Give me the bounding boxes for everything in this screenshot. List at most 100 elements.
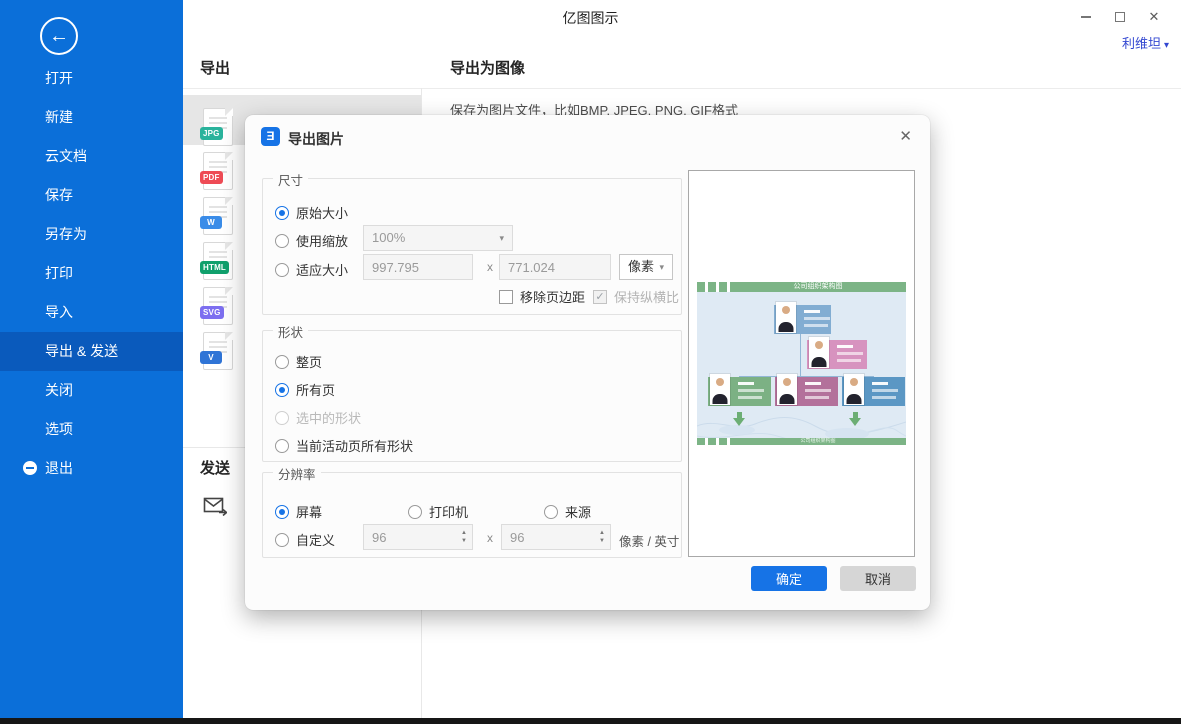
- chart-title: 公司组织架构图: [730, 282, 906, 292]
- app-window: 亿图图示 ✕ 利维坦▾ ← 打开 新建 云文档 保存 另存为 打印 导入 导出 …: [0, 0, 1181, 724]
- radio-icon[interactable]: [275, 533, 289, 547]
- spinner-up-icon[interactable]: ▲: [461, 530, 467, 536]
- user-name: 利维坦: [1122, 36, 1161, 51]
- person-photo: [710, 374, 730, 405]
- size-group-legend: 尺寸: [273, 170, 308, 189]
- sidebar-item-exit[interactable]: 退出: [0, 449, 183, 488]
- sidebar-item-new[interactable]: 新建: [0, 98, 183, 137]
- format-item-pdf[interactable]: PDF: [197, 152, 241, 192]
- export-detail-header: 导出为图像: [450, 57, 525, 78]
- dialog-title: 导出图片: [288, 129, 344, 149]
- sidebar-item-close[interactable]: 关闭: [0, 371, 183, 410]
- checkbox-remove-page-margin[interactable]: 移除页边距: [499, 287, 585, 306]
- format-item-jpg[interactable]: JPG: [197, 108, 241, 148]
- sidebar-item-save-as[interactable]: 另存为: [0, 215, 183, 254]
- fit-height-input[interactable]: [499, 254, 611, 280]
- chart-footer-text: 公司组织架构图: [730, 438, 906, 445]
- sidebar-item-export-send[interactable]: 导出 & 发送: [0, 332, 183, 371]
- radio-icon[interactable]: [275, 439, 289, 453]
- radio-all-pages[interactable]: 所有页: [275, 380, 335, 399]
- send-section-header: 发送: [200, 457, 230, 478]
- format-item-word[interactable]: W: [197, 197, 241, 237]
- export-section-header: 导出: [200, 57, 230, 78]
- person-photo: [809, 337, 829, 368]
- format-item-svg[interactable]: SVG: [197, 287, 241, 327]
- radio-printer[interactable]: 打印机: [408, 502, 468, 521]
- sidebar-item-import[interactable]: 导入: [0, 293, 183, 332]
- times-separator: x: [487, 531, 493, 545]
- resolution-group: 分辨率 屏幕 打印机 来源 自定义 ▲ ▼ x: [262, 472, 682, 558]
- radio-custom[interactable]: 自定义: [275, 530, 335, 549]
- radio-icon[interactable]: [544, 505, 558, 519]
- shape-group-legend: 形状: [273, 322, 308, 341]
- size-group: 尺寸 原始大小 使用缩放 100% ▾ 适应大小 x 像素 ▾: [262, 178, 682, 315]
- edraw-logo-icon: Ǝ: [261, 127, 280, 146]
- export-image-dialog: Ǝ 导出图片 ✕ 尺寸 原始大小 使用缩放 100% ▾ 适应大小 x: [245, 115, 930, 610]
- radio-icon: [275, 411, 289, 425]
- radio-source[interactable]: 来源: [544, 502, 591, 521]
- radio-icon[interactable]: [275, 505, 289, 519]
- format-item-visio[interactable]: V: [197, 332, 241, 372]
- jpg-file-icon: JPG: [203, 108, 233, 146]
- org-card-dept-2: [775, 377, 838, 406]
- sidebar-item-cloud-docs[interactable]: 云文档: [0, 137, 183, 176]
- radio-use-zoom[interactable]: 使用缩放: [275, 231, 348, 250]
- sidebar-item-options[interactable]: 选项: [0, 410, 183, 449]
- radio-icon[interactable]: [275, 263, 289, 277]
- svg-file-icon: SVG: [203, 287, 233, 325]
- maximize-icon: [1115, 12, 1125, 22]
- ok-button[interactable]: 确定: [751, 566, 827, 591]
- down-arrow-icon: [733, 412, 746, 427]
- dpi-unit-label: 像素 / 英寸: [619, 531, 679, 550]
- chart-header-bar: 公司组织架构图: [697, 282, 906, 292]
- size-unit-select[interactable]: 像素 ▾: [619, 254, 673, 280]
- dialog-close-button[interactable]: ✕: [899, 127, 912, 145]
- minimize-button[interactable]: [1069, 6, 1103, 28]
- close-button[interactable]: ✕: [1137, 6, 1171, 28]
- html-file-icon: HTML: [203, 242, 233, 280]
- resolution-group-legend: 分辨率: [273, 464, 321, 483]
- taskbar-edge: [0, 718, 1181, 724]
- radio-icon[interactable]: [275, 383, 289, 397]
- back-icon: ←: [49, 25, 69, 47]
- zoom-percent-select[interactable]: 100% ▾: [363, 225, 513, 251]
- chevron-down-icon: ▾: [499, 226, 504, 250]
- sidebar: ← 打开 新建 云文档 保存 另存为 打印 导入 导出 & 发送 关闭 选项 退…: [0, 0, 183, 718]
- radio-original-size[interactable]: 原始大小: [275, 203, 348, 222]
- shape-group: 形状 整页 所有页 选中的形状 当前活动页所有形状: [262, 330, 682, 462]
- radio-active-page-shapes[interactable]: 当前活动页所有形状: [275, 436, 413, 455]
- format-item-html[interactable]: HTML: [197, 242, 241, 282]
- person-photo: [844, 374, 864, 405]
- send-email-item[interactable]: [203, 496, 227, 521]
- dpi-x-stepper[interactable]: ▲ ▼: [457, 525, 471, 549]
- radio-whole-page[interactable]: 整页: [275, 352, 322, 371]
- window-controls: ✕: [1069, 6, 1171, 28]
- cancel-button[interactable]: 取消: [840, 566, 916, 591]
- spinner-down-icon[interactable]: ▼: [461, 538, 467, 544]
- spinner-down-icon[interactable]: ▼: [599, 538, 605, 544]
- checkbox-keep-aspect-ratio: ✓ 保持纵横比: [593, 287, 679, 306]
- back-button[interactable]: ←: [40, 17, 78, 55]
- exit-icon: [23, 461, 37, 475]
- sidebar-item-save[interactable]: 保存: [0, 176, 183, 215]
- radio-icon[interactable]: [275, 355, 289, 369]
- radio-screen[interactable]: 屏幕: [275, 502, 322, 521]
- sidebar-item-open[interactable]: 打开: [0, 59, 183, 98]
- checkbox-icon: ✓: [593, 290, 607, 304]
- dpi-y-stepper[interactable]: ▲ ▼: [595, 525, 609, 549]
- export-preview-panel: 公司组织架构图: [688, 170, 915, 557]
- org-card-ceo: [774, 305, 831, 334]
- chevron-down-icon: ▾: [659, 255, 664, 279]
- maximize-button[interactable]: [1103, 6, 1137, 28]
- fit-width-input[interactable]: [363, 254, 473, 280]
- radio-icon[interactable]: [408, 505, 422, 519]
- sidebar-item-print[interactable]: 打印: [0, 254, 183, 293]
- word-file-icon: W: [203, 197, 233, 235]
- spinner-up-icon[interactable]: ▲: [599, 530, 605, 536]
- user-account-menu[interactable]: 利维坦▾: [1122, 33, 1169, 52]
- checkbox-icon[interactable]: [499, 290, 513, 304]
- radio-icon[interactable]: [275, 206, 289, 220]
- radio-fit-size[interactable]: 适应大小: [275, 260, 348, 279]
- radio-icon[interactable]: [275, 234, 289, 248]
- chevron-down-icon: ▾: [1164, 40, 1169, 51]
